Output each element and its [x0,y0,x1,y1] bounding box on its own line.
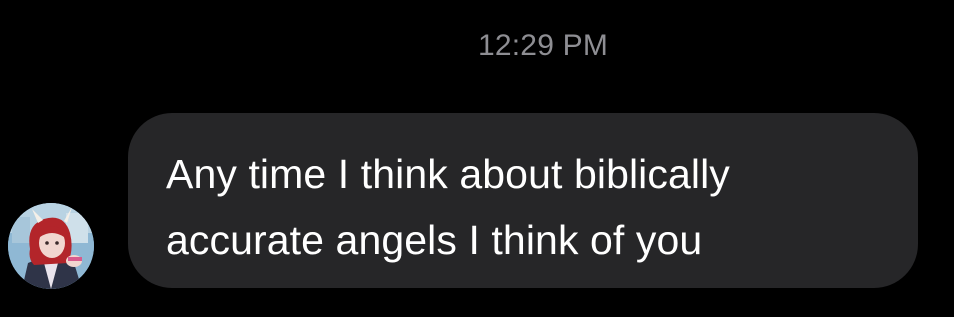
message-bubble[interactable]: Any time I think about biblically accura… [128,113,918,288]
avatar-illustration-icon [8,203,94,289]
message-text: Any time I think about biblically accura… [166,151,730,263]
chat-thread: 12:29 PM Any time I think about biblical… [0,0,954,317]
sender-avatar[interactable] [8,203,94,289]
message-timestamp: 12:29 PM [478,29,609,62]
